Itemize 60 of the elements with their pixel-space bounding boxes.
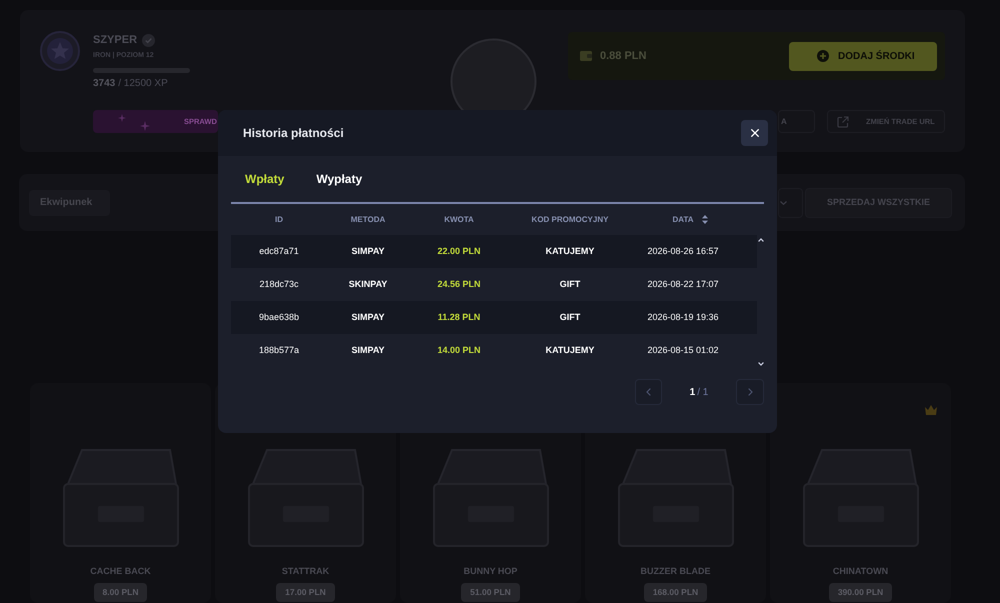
case-name: CHINATOWN [832, 566, 888, 577]
price-tag: 390.00 PLN [828, 583, 892, 602]
sparkle-icon [118, 114, 126, 122]
table-cell-text: SKINPAY [348, 278, 388, 291]
table-cell-text: GIFT [560, 278, 580, 291]
wallet-icon [580, 51, 592, 61]
table-cell-text: 11.28 PLN [438, 310, 480, 324]
tab[interactable]: Wpłaty [245, 170, 284, 188]
column-header: ID [275, 214, 283, 226]
table-cell-text: KATUJEMY [546, 244, 594, 258]
case-name: BUNNY HOP [464, 566, 518, 577]
table-cell-text: 188b577a [258, 344, 300, 357]
table-cell-text: 22.00 PLN [437, 244, 481, 258]
sort-icon[interactable] [702, 215, 708, 224]
table-cell-text: SIMPAY [351, 244, 384, 258]
table-cell-text: 24.56 PLN [437, 278, 481, 291]
close-button[interactable] [741, 120, 768, 146]
case-name: STATTRAK [282, 566, 330, 577]
price-tag: 51.00 PLN [461, 583, 520, 602]
close-icon [750, 129, 758, 137]
username: SZYPER [93, 33, 138, 47]
external-link-icon [837, 116, 849, 128]
column-header: KWOTA [444, 214, 474, 226]
rank-badge-icon [40, 31, 80, 71]
dialog-title: Historia płatności [243, 125, 344, 142]
case-name: CACHE BACK [90, 566, 151, 577]
column-header: METODA [350, 214, 386, 226]
column-header: KOD PROMOCYJNY [532, 214, 608, 226]
total-pages: / 1 [697, 386, 708, 400]
chevron-left-icon [646, 388, 651, 396]
price-tag: 168.00 PLN [644, 583, 708, 602]
price-tag: 8.00 PLN [94, 583, 148, 602]
table-cell-text: 218dc73c [259, 278, 299, 291]
plus-circle-icon [817, 50, 829, 62]
table-cell-text: edc87a71 [259, 244, 299, 258]
table-cell-text: 9bae638b [258, 310, 300, 324]
chevron-right-icon [748, 388, 752, 396]
current-page: 1 [690, 386, 696, 400]
table-cell-text: 2026-08-26 16:57 [647, 244, 719, 258]
chevron-up-icon[interactable] [758, 238, 764, 242]
table-cell-text: KATUJEMY [546, 344, 594, 357]
xp-current-text: 3743 [93, 78, 116, 90]
table-cell-text: 2026-08-19 19:36 [647, 310, 719, 324]
column-header[interactable]: DATA [672, 214, 694, 226]
case-card[interactable]: CHINATOWN 390.00 PLN [770, 383, 951, 603]
price-tag: 17.00 PLN [276, 583, 335, 602]
table-cell-text: GIFT [560, 310, 580, 324]
chevron-down-icon[interactable] [758, 362, 764, 366]
add-funds-button[interactable]: DODAJ ŚRODKI [789, 42, 937, 70]
sparkle-icon [140, 121, 150, 131]
case-card[interactable]: CACHE BACK 8.00 PLN [30, 383, 211, 603]
tab[interactable]: Wypłaty [316, 170, 362, 188]
case-name: BUZZER BLADE [640, 566, 710, 577]
table-cell-text: 2026-08-22 17:07 [647, 278, 719, 291]
table-cell-text: SIMPAY [351, 310, 384, 324]
table-cell-text: SIMPAY [351, 344, 384, 357]
chevron-down-icon [780, 200, 787, 204]
table-cell-text: 14.00 PLN [437, 344, 481, 357]
table-cell-text: 2026-08-15 01:02 [647, 344, 719, 357]
xp-total-text: / 12500 XP [118, 78, 168, 90]
